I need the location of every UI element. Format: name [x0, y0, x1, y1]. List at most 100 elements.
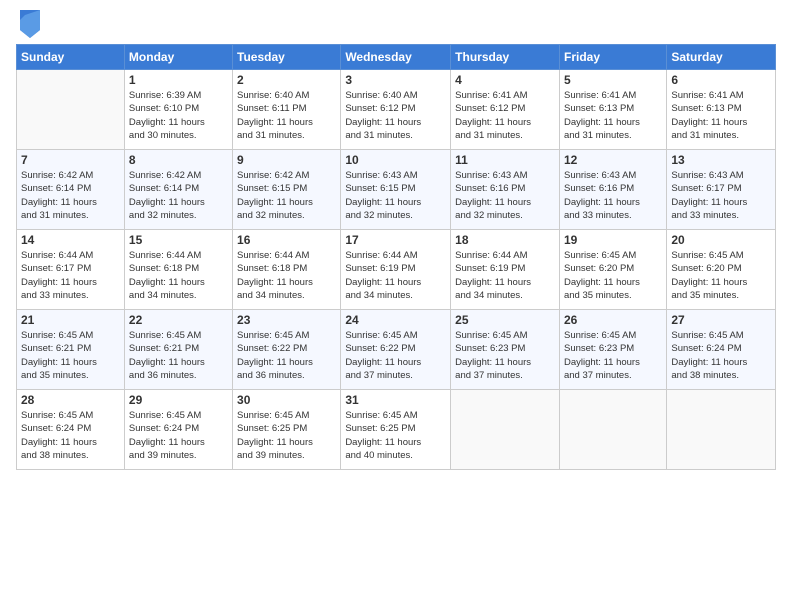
day-number: 1 — [129, 73, 228, 87]
calendar-cell: 14 Sunrise: 6:44 AM Sunset: 6:17 PM Dayli… — [17, 230, 125, 310]
calendar-cell: 19 Sunrise: 6:45 AM Sunset: 6:20 PM Dayli… — [559, 230, 666, 310]
calendar-table: SundayMondayTuesdayWednesdayThursdayFrid… — [16, 44, 776, 470]
day-info: Sunrise: 6:40 AM Sunset: 6:11 PM Dayligh… — [237, 89, 336, 142]
day-number: 29 — [129, 393, 228, 407]
day-info: Sunrise: 6:45 AM Sunset: 6:23 PM Dayligh… — [564, 329, 662, 382]
calendar-cell: 26 Sunrise: 6:45 AM Sunset: 6:23 PM Dayli… — [559, 310, 666, 390]
day-number: 14 — [21, 233, 120, 247]
weekday-monday: Monday — [124, 45, 232, 70]
day-info: Sunrise: 6:45 AM Sunset: 6:23 PM Dayligh… — [455, 329, 555, 382]
day-number: 27 — [671, 313, 771, 327]
calendar-cell — [17, 70, 125, 150]
day-info: Sunrise: 6:45 AM Sunset: 6:21 PM Dayligh… — [129, 329, 228, 382]
day-number: 13 — [671, 153, 771, 167]
header — [16, 10, 776, 38]
calendar-week-2: 7 Sunrise: 6:42 AM Sunset: 6:14 PM Daylig… — [17, 150, 776, 230]
day-info: Sunrise: 6:45 AM Sunset: 6:25 PM Dayligh… — [345, 409, 446, 462]
calendar-cell: 13 Sunrise: 6:43 AM Sunset: 6:17 PM Dayli… — [667, 150, 776, 230]
calendar-cell: 11 Sunrise: 6:43 AM Sunset: 6:16 PM Dayli… — [451, 150, 560, 230]
day-number: 31 — [345, 393, 446, 407]
day-info: Sunrise: 6:45 AM Sunset: 6:25 PM Dayligh… — [237, 409, 336, 462]
weekday-tuesday: Tuesday — [233, 45, 341, 70]
calendar-cell: 7 Sunrise: 6:42 AM Sunset: 6:14 PM Daylig… — [17, 150, 125, 230]
day-number: 16 — [237, 233, 336, 247]
day-info: Sunrise: 6:39 AM Sunset: 6:10 PM Dayligh… — [129, 89, 228, 142]
calendar-cell: 30 Sunrise: 6:45 AM Sunset: 6:25 PM Dayli… — [233, 390, 341, 470]
day-number: 7 — [21, 153, 120, 167]
day-number: 17 — [345, 233, 446, 247]
day-number: 3 — [345, 73, 446, 87]
calendar-week-1: 1 Sunrise: 6:39 AM Sunset: 6:10 PM Daylig… — [17, 70, 776, 150]
day-number: 15 — [129, 233, 228, 247]
day-info: Sunrise: 6:43 AM Sunset: 6:16 PM Dayligh… — [564, 169, 662, 222]
day-info: Sunrise: 6:45 AM Sunset: 6:24 PM Dayligh… — [671, 329, 771, 382]
calendar-cell: 4Sunrise: 6:41 AM Sunset: 6:12 PM Daylig… — [451, 70, 560, 150]
weekday-header-row: SundayMondayTuesdayWednesdayThursdayFrid… — [17, 45, 776, 70]
day-number: 10 — [345, 153, 446, 167]
day-info: Sunrise: 6:45 AM Sunset: 6:22 PM Dayligh… — [237, 329, 336, 382]
calendar-cell: 20Sunrise: 6:45 AM Sunset: 6:20 PM Dayli… — [667, 230, 776, 310]
day-number: 24 — [345, 313, 446, 327]
day-info: Sunrise: 6:45 AM Sunset: 6:20 PM Dayligh… — [564, 249, 662, 302]
calendar-cell: 27 Sunrise: 6:45 AM Sunset: 6:24 PM Dayli… — [667, 310, 776, 390]
calendar-cell: 21 Sunrise: 6:45 AM Sunset: 6:21 PM Dayli… — [17, 310, 125, 390]
day-info: Sunrise: 6:45 AM Sunset: 6:21 PM Dayligh… — [21, 329, 120, 382]
day-info: Sunrise: 6:45 AM Sunset: 6:24 PM Dayligh… — [129, 409, 228, 462]
calendar-cell: 16Sunrise: 6:44 AM Sunset: 6:18 PM Dayli… — [233, 230, 341, 310]
calendar-cell: 22Sunrise: 6:45 AM Sunset: 6:21 PM Dayli… — [124, 310, 232, 390]
day-info: Sunrise: 6:43 AM Sunset: 6:15 PM Dayligh… — [345, 169, 446, 222]
weekday-wednesday: Wednesday — [341, 45, 451, 70]
day-info: Sunrise: 6:45 AM Sunset: 6:22 PM Dayligh… — [345, 329, 446, 382]
day-info: Sunrise: 6:44 AM Sunset: 6:19 PM Dayligh… — [345, 249, 446, 302]
logo-icon — [20, 10, 40, 38]
day-number: 8 — [129, 153, 228, 167]
calendar-cell: 23 Sunrise: 6:45 AM Sunset: 6:22 PM Dayli… — [233, 310, 341, 390]
calendar-week-4: 21 Sunrise: 6:45 AM Sunset: 6:21 PM Dayli… — [17, 310, 776, 390]
calendar-cell: 15Sunrise: 6:44 AM Sunset: 6:18 PM Dayli… — [124, 230, 232, 310]
calendar-cell: 1 Sunrise: 6:39 AM Sunset: 6:10 PM Daylig… — [124, 70, 232, 150]
calendar-week-5: 28Sunrise: 6:45 AM Sunset: 6:24 PM Dayli… — [17, 390, 776, 470]
calendar-cell: 31 Sunrise: 6:45 AM Sunset: 6:25 PM Dayli… — [341, 390, 451, 470]
day-info: Sunrise: 6:43 AM Sunset: 6:16 PM Dayligh… — [455, 169, 555, 222]
day-number: 20 — [671, 233, 771, 247]
day-number: 18 — [455, 233, 555, 247]
calendar-cell: 18 Sunrise: 6:44 AM Sunset: 6:19 PM Dayli… — [451, 230, 560, 310]
calendar-cell: 25Sunrise: 6:45 AM Sunset: 6:23 PM Dayli… — [451, 310, 560, 390]
weekday-sunday: Sunday — [17, 45, 125, 70]
day-number: 11 — [455, 153, 555, 167]
weekday-thursday: Thursday — [451, 45, 560, 70]
calendar-cell: 29 Sunrise: 6:45 AM Sunset: 6:24 PM Dayli… — [124, 390, 232, 470]
calendar-cell — [451, 390, 560, 470]
day-number: 21 — [21, 313, 120, 327]
logo — [16, 14, 40, 38]
day-info: Sunrise: 6:45 AM Sunset: 6:24 PM Dayligh… — [21, 409, 120, 462]
calendar-cell: 6 Sunrise: 6:41 AM Sunset: 6:13 PM Daylig… — [667, 70, 776, 150]
calendar-cell: 5Sunrise: 6:41 AM Sunset: 6:13 PM Daylig… — [559, 70, 666, 150]
calendar-cell: 24 Sunrise: 6:45 AM Sunset: 6:22 PM Dayli… — [341, 310, 451, 390]
day-info: Sunrise: 6:43 AM Sunset: 6:17 PM Dayligh… — [671, 169, 771, 222]
day-info: Sunrise: 6:42 AM Sunset: 6:14 PM Dayligh… — [21, 169, 120, 222]
day-info: Sunrise: 6:40 AM Sunset: 6:12 PM Dayligh… — [345, 89, 446, 142]
calendar-cell: 3 Sunrise: 6:40 AM Sunset: 6:12 PM Daylig… — [341, 70, 451, 150]
day-info: Sunrise: 6:44 AM Sunset: 6:17 PM Dayligh… — [21, 249, 120, 302]
day-number: 23 — [237, 313, 336, 327]
calendar-cell: 8 Sunrise: 6:42 AM Sunset: 6:14 PM Daylig… — [124, 150, 232, 230]
day-info: Sunrise: 6:44 AM Sunset: 6:19 PM Dayligh… — [455, 249, 555, 302]
day-info: Sunrise: 6:42 AM Sunset: 6:14 PM Dayligh… — [129, 169, 228, 222]
calendar-cell — [559, 390, 666, 470]
calendar-cell: 28Sunrise: 6:45 AM Sunset: 6:24 PM Dayli… — [17, 390, 125, 470]
day-number: 6 — [671, 73, 771, 87]
day-number: 26 — [564, 313, 662, 327]
day-number: 2 — [237, 73, 336, 87]
calendar-cell: 17 Sunrise: 6:44 AM Sunset: 6:19 PM Dayli… — [341, 230, 451, 310]
calendar-cell: 2 Sunrise: 6:40 AM Sunset: 6:11 PM Daylig… — [233, 70, 341, 150]
day-number: 9 — [237, 153, 336, 167]
day-number: 19 — [564, 233, 662, 247]
calendar-cell: 10 Sunrise: 6:43 AM Sunset: 6:15 PM Dayli… — [341, 150, 451, 230]
day-info: Sunrise: 6:41 AM Sunset: 6:13 PM Dayligh… — [564, 89, 662, 142]
day-info: Sunrise: 6:41 AM Sunset: 6:13 PM Dayligh… — [671, 89, 771, 142]
page: SundayMondayTuesdayWednesdayThursdayFrid… — [0, 0, 792, 612]
day-number: 30 — [237, 393, 336, 407]
calendar-cell — [667, 390, 776, 470]
calendar-cell: 9Sunrise: 6:42 AM Sunset: 6:15 PM Daylig… — [233, 150, 341, 230]
